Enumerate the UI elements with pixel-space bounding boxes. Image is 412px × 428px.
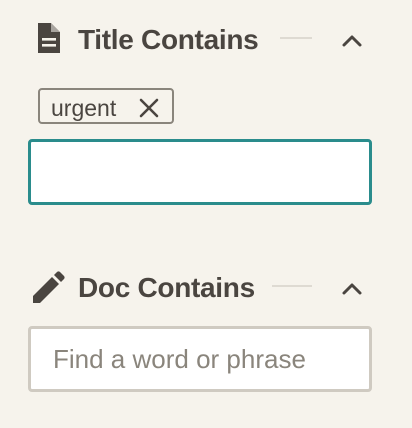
- close-icon[interactable]: [138, 97, 160, 119]
- header-divider: [272, 285, 312, 287]
- chip-label: urgent: [51, 95, 117, 121]
- chevron-up-icon[interactable]: [336, 272, 368, 304]
- pencil-icon: [33, 271, 65, 303]
- section-title: Title Contains: [78, 24, 259, 55]
- document-icon: [38, 23, 60, 53]
- filter-chip: urgent: [38, 88, 174, 124]
- section-title: Doc Contains: [78, 272, 255, 303]
- title-contains-header[interactable]: Title Contains: [0, 18, 412, 58]
- chevron-up-icon[interactable]: [336, 24, 368, 56]
- title-contains-input[interactable]: [28, 139, 372, 205]
- header-divider: [280, 37, 312, 39]
- doc-contains-header[interactable]: Doc Contains: [0, 266, 412, 306]
- doc-contains-input[interactable]: [28, 326, 372, 392]
